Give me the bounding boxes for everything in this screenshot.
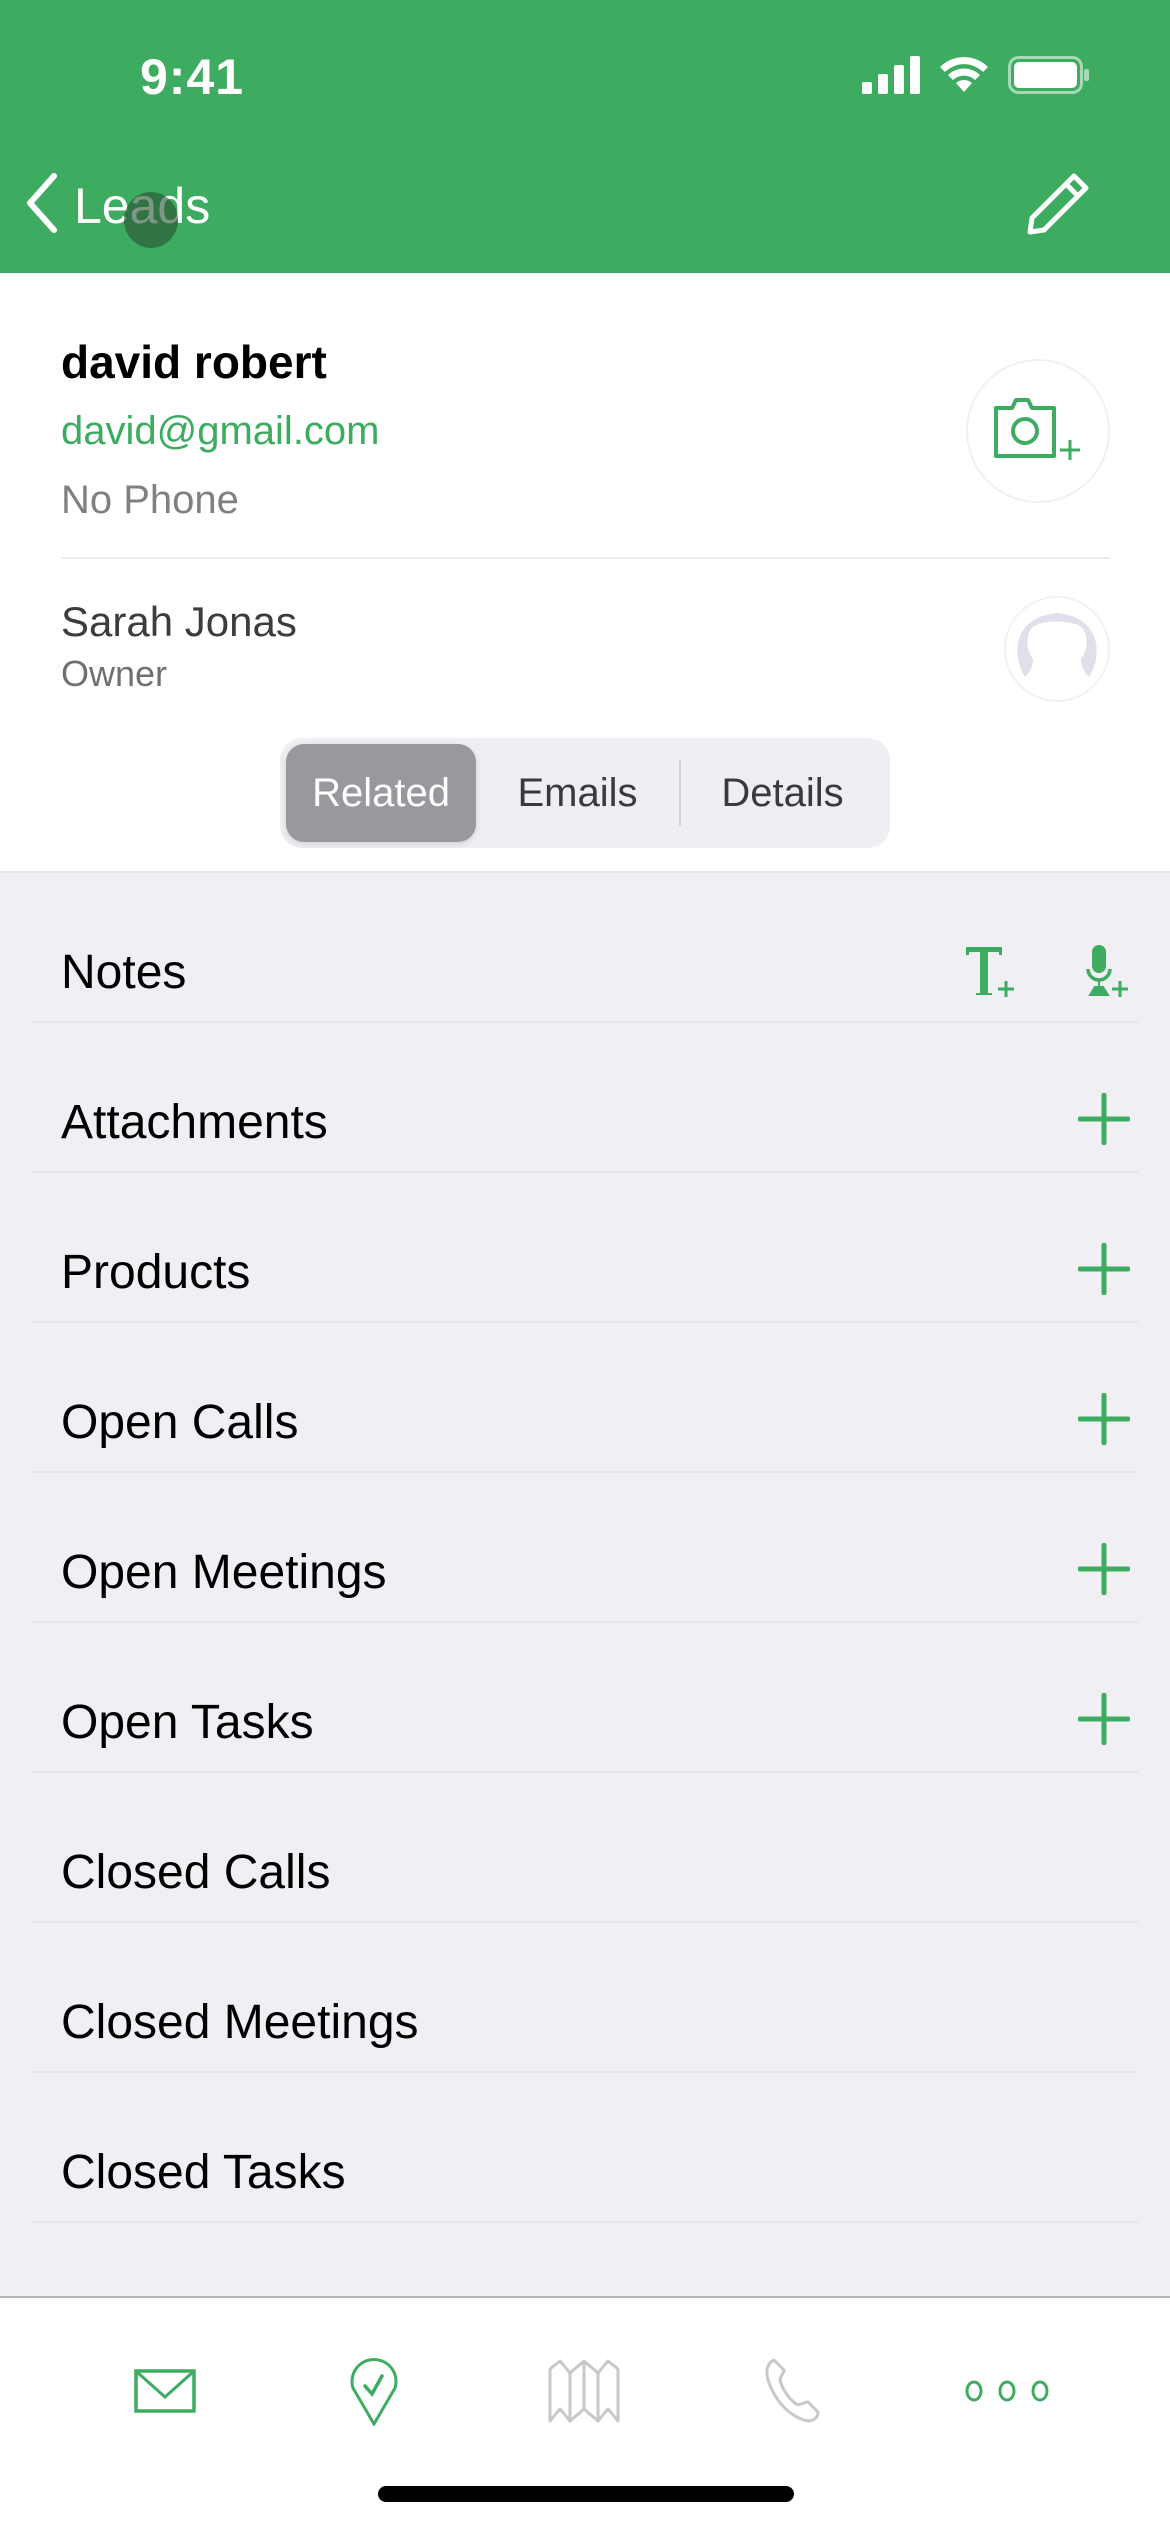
wifi-icon xyxy=(938,56,990,99)
pencil-icon xyxy=(1026,173,1090,240)
row-actions xyxy=(1078,1543,1130,1595)
cellular-signal-icon xyxy=(862,56,920,99)
map-icon xyxy=(548,2359,620,2428)
tab-mail[interactable] xyxy=(115,2358,215,2428)
tab-related[interactable]: Related xyxy=(286,744,476,842)
tab-more[interactable] xyxy=(952,2358,1062,2428)
header: 9:41 xyxy=(0,0,1170,273)
mail-icon xyxy=(134,2368,196,2418)
list-item-closed-calls[interactable]: Closed Calls xyxy=(0,1773,1170,1923)
location-check-icon xyxy=(349,2356,399,2431)
status-icons xyxy=(862,56,1090,99)
owner-name: Sarah Jonas xyxy=(61,598,297,645)
tab-details[interactable]: Details xyxy=(681,744,884,842)
lead-name: david robert xyxy=(61,336,327,388)
row-actions xyxy=(1078,1093,1130,1145)
row-actions xyxy=(1078,1693,1130,1745)
plus-icon[interactable] xyxy=(1078,1243,1130,1295)
owner-role: Owner xyxy=(61,653,168,694)
card-divider xyxy=(61,557,1110,559)
row-label: Open Calls xyxy=(61,1396,299,1449)
list-item-open-tasks[interactable]: Open Tasks xyxy=(0,1623,1170,1773)
row-label: Products xyxy=(61,1246,251,1299)
list-item-attachments[interactable]: Attachments xyxy=(0,1023,1170,1173)
plus-icon[interactable] xyxy=(1078,1693,1130,1745)
segmented-control: Related Emails Details xyxy=(280,738,890,848)
touch-indicator xyxy=(124,192,178,248)
more-icon xyxy=(962,2376,1052,2411)
row-label: Notes xyxy=(61,946,187,999)
list-item-closed-meetings[interactable]: Closed Meetings xyxy=(0,1923,1170,2073)
row-label: Closed Tasks xyxy=(61,2146,346,2199)
add-text-note-icon[interactable] xyxy=(964,943,1016,999)
list-item-open-meetings[interactable]: Open Meetings xyxy=(0,1473,1170,1623)
add-voice-note-icon[interactable] xyxy=(1086,943,1130,999)
tab-phone xyxy=(742,2358,842,2428)
user-avatar-placeholder-icon[interactable] xyxy=(1003,595,1111,703)
edit-button[interactable] xyxy=(1026,172,1090,241)
row-label: Open Meetings xyxy=(61,1546,387,1599)
battery-icon xyxy=(1008,56,1090,99)
lead-email-link[interactable]: david@gmail.com xyxy=(61,409,380,454)
add-photo-button[interactable] xyxy=(966,359,1110,503)
row-label: Closed Calls xyxy=(61,1846,331,1899)
plus-icon[interactable] xyxy=(1078,1093,1130,1145)
status-time: 9:41 xyxy=(140,49,245,105)
phone-icon xyxy=(762,2358,822,2429)
plus-icon[interactable] xyxy=(1078,1543,1130,1595)
lead-detail-screen: 9:41 david robert david@gmail.com No Pho… xyxy=(0,0,1170,2532)
lead-card: david robert david@gmail.com No Phone Sa… xyxy=(0,273,1170,873)
tab-emails[interactable]: Emails xyxy=(476,744,679,842)
row-label: Attachments xyxy=(61,1096,328,1149)
list-item-products[interactable]: Products xyxy=(0,1173,1170,1323)
row-actions xyxy=(964,943,1130,999)
chevron-left-icon xyxy=(22,172,62,239)
tab-map xyxy=(534,2358,634,2428)
related-list: Notes Attachments Products Open Calls Op… xyxy=(0,873,1170,2223)
tab-check-in[interactable] xyxy=(324,2356,424,2431)
list-item-notes[interactable]: Notes xyxy=(0,873,1170,1023)
row-label: Open Tasks xyxy=(61,1696,314,1749)
camera-add-icon xyxy=(992,394,1084,469)
list-item-closed-tasks[interactable]: Closed Tasks xyxy=(0,2073,1170,2223)
list-item-open-calls[interactable]: Open Calls xyxy=(0,1323,1170,1473)
back-button[interactable]: Leads xyxy=(22,172,210,239)
plus-icon[interactable] xyxy=(1078,1393,1130,1445)
row-actions xyxy=(1078,1393,1130,1445)
lead-phone: No Phone xyxy=(61,478,239,522)
home-indicator[interactable] xyxy=(378,2486,794,2502)
row-divider xyxy=(32,2221,1138,2223)
row-label: Closed Meetings xyxy=(61,1996,419,2049)
row-actions xyxy=(1078,1243,1130,1295)
